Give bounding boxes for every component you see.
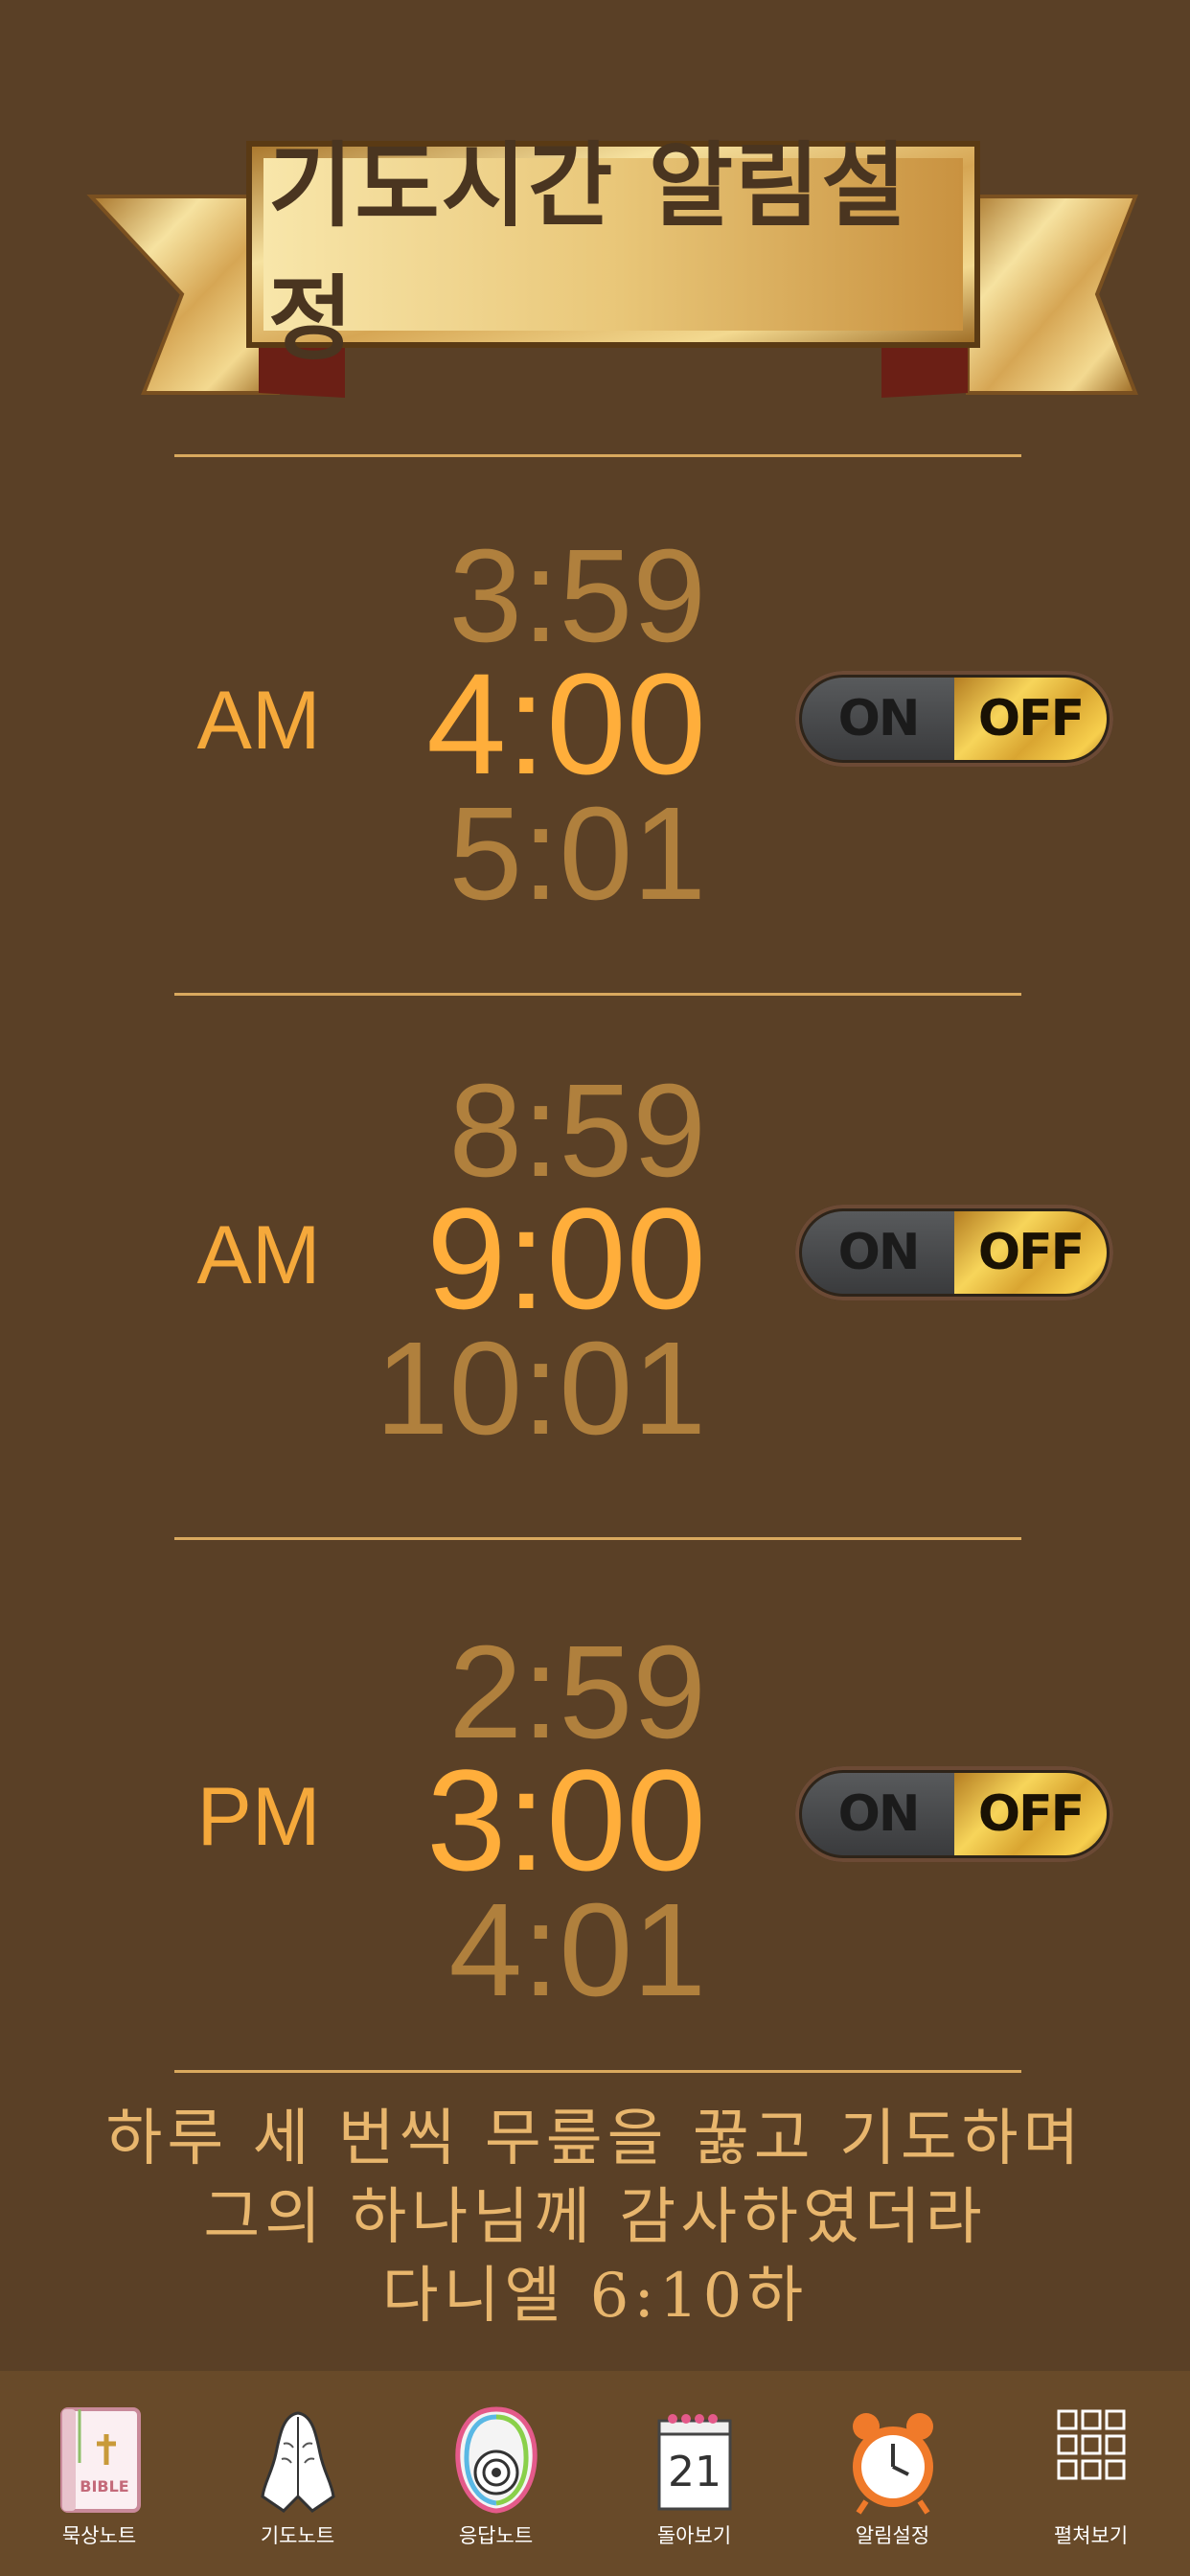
bottom-nav: BIBLE 묵상노트 기도노트 응답노트 21 돌아보기 알림설정 펼쳐보기 <box>0 2371 1190 2576</box>
toggle-off[interactable]: OFF <box>954 678 1107 760</box>
nav-label: 돌아보기 <box>656 2524 732 2547</box>
nav-label: 묵상노트 <box>61 2524 137 2547</box>
alarm-toggle[interactable]: ON OFF <box>795 1766 1113 1862</box>
ampm-label: AM <box>196 1208 321 1301</box>
alarm-toggle[interactable]: ON OFF <box>795 1205 1113 1300</box>
nav-label: 응답노트 <box>458 2524 534 2547</box>
divider <box>174 2070 1021 2073</box>
divider <box>174 993 1021 996</box>
nav-item-expand-view[interactable]: 펼쳐보기 <box>995 2371 1187 2576</box>
nav-item-look-back[interactable]: 21 돌아보기 <box>599 2371 790 2576</box>
target-icon <box>454 2406 538 2514</box>
nav-label: 기도노트 <box>260 2524 335 2547</box>
time-next[interactable]: 10:01 <box>376 1322 706 1455</box>
calendar-icon: 21 <box>657 2414 731 2511</box>
bible-icon: BIBLE <box>59 2407 141 2513</box>
nav-item-prayer-note[interactable]: 기도노트 <box>202 2371 394 2576</box>
grid-icon <box>1057 2409 1125 2480</box>
time-current[interactable]: 9:00 <box>426 1186 706 1330</box>
verse-line-1: 하루 세 번씩 무릎을 꿇고 기도하며 <box>105 2104 1085 2174</box>
toggle-off[interactable]: OFF <box>954 1211 1107 1294</box>
nav-label: 펼쳐보기 <box>1053 2524 1129 2547</box>
toggle-on[interactable]: ON <box>802 1773 954 1855</box>
alarm-toggle[interactable]: ON OFF <box>795 671 1113 767</box>
time-next[interactable]: 5:01 <box>448 788 706 920</box>
ampm-label: AM <box>196 674 321 767</box>
ampm-label: PM <box>196 1770 321 1863</box>
title-banner: 기도시간 알림설정 <box>86 132 1140 407</box>
time-next[interactable]: 4:01 <box>448 1884 706 2016</box>
toggle-on[interactable]: ON <box>802 678 954 760</box>
svg-text:BIBLE: BIBLE <box>80 2477 128 2496</box>
time-current[interactable]: 4:00 <box>426 652 706 795</box>
toggle-on[interactable]: ON <box>802 1211 954 1294</box>
nav-label: 알림설정 <box>855 2524 930 2547</box>
divider <box>174 454 1021 457</box>
nav-item-alarm-settings[interactable]: 알림설정 <box>797 2371 989 2576</box>
nav-item-meditation-note[interactable]: BIBLE 묵상노트 <box>4 2371 195 2576</box>
toggle-off[interactable]: OFF <box>954 1773 1107 1855</box>
verse-line-2: 그의 하나님께 감사하였더라 <box>203 2182 987 2253</box>
time-current[interactable]: 3:00 <box>426 1748 706 1892</box>
verse-reference: 다니엘 6:10하 <box>381 2261 809 2332</box>
praying-hands-icon <box>260 2411 335 2513</box>
calendar-day-text: 21 <box>668 2448 721 2496</box>
divider <box>174 1537 1021 1540</box>
alarm-clock-icon <box>852 2413 933 2515</box>
nav-item-answer-note[interactable]: 응답노트 <box>400 2371 592 2576</box>
page-title: 기도시간 알림설정 <box>268 132 908 373</box>
